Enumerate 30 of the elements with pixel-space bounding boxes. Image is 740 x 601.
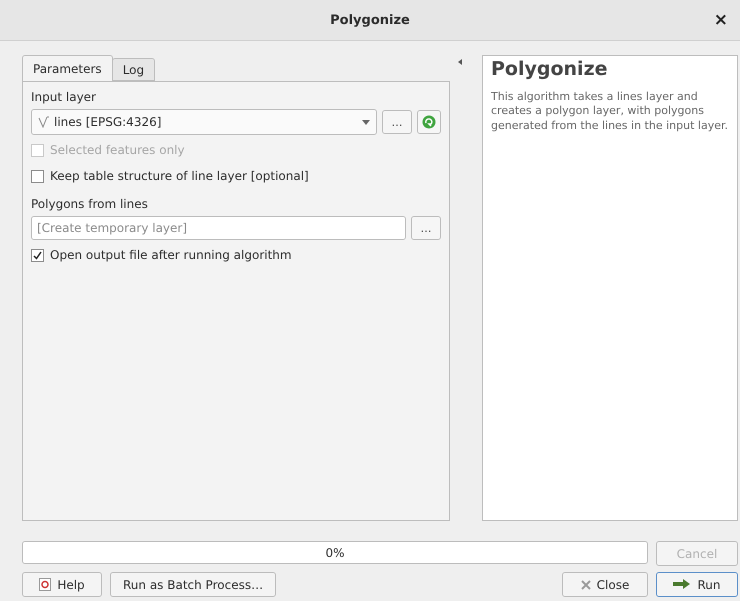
- browse-button[interactable]: …: [382, 110, 412, 134]
- dropdown-arrow-icon: [362, 120, 370, 124]
- checkbox[interactable]: [31, 248, 44, 262]
- checkbox[interactable]: [31, 170, 44, 182]
- refresh-icon: [422, 115, 436, 129]
- field-label: Input layer: [31, 90, 97, 104]
- help-button[interactable]: Help: [22, 572, 102, 597]
- close-button[interactable]: ×: [710, 10, 732, 30]
- run-icon: [673, 578, 692, 590]
- help-title: Polygonize: [491, 58, 609, 80]
- tab[interactable]: Log: [112, 58, 156, 81]
- layer-dropdown[interactable]: lines [EPSG:4326]: [31, 109, 377, 135]
- browse-button[interactable]: …: [411, 216, 441, 240]
- help-icon: [39, 578, 52, 591]
- close-dialog-button[interactable]: Close: [562, 572, 648, 597]
- collapse-arrow-icon[interactable]: [458, 59, 462, 65]
- run-button[interactable]: Run: [656, 572, 738, 597]
- line-layer-icon: [38, 116, 50, 128]
- checkbox-label: Open output file after running algorithm: [50, 248, 292, 262]
- checkbox-label: Keep table structure of line layer [optional]: [50, 169, 309, 183]
- window-title: Polygonize: [330, 12, 410, 28]
- field-label: Polygons from lines: [31, 197, 149, 211]
- output-field[interactable]: [Create temporary layer]: [31, 216, 406, 240]
- help-text: This algorithm takes a lines layer and creates a polygon layer, with polygons generated from the lines in the input layer.: [491, 90, 729, 133]
- iterate-button[interactable]: [417, 110, 441, 134]
- batch-button[interactable]: Run as Batch Process…: [110, 572, 276, 597]
- close-icon: [580, 580, 591, 590]
- checkbox-label: Selected features only: [50, 143, 185, 157]
- progress-reading: 0%: [325, 546, 345, 560]
- tab[interactable]: Parameters: [22, 55, 113, 81]
